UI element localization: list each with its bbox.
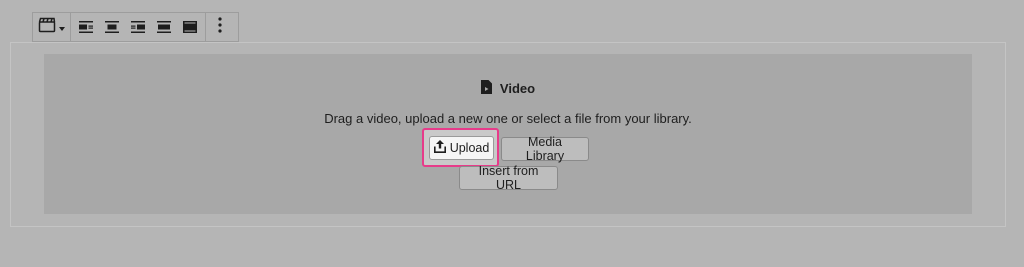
block-switcher-group [33, 13, 70, 41]
align-left-icon [79, 21, 93, 33]
chevron-down-icon [59, 18, 65, 36]
more-options-button[interactable] [206, 13, 234, 41]
alignment-group [71, 13, 205, 41]
align-full-icon [183, 21, 197, 33]
align-center-button[interactable] [99, 13, 125, 41]
video-placeholder[interactable]: Video Drag a video, upload a new one or … [44, 54, 972, 214]
media-library-button[interactable]: Media Library [501, 135, 589, 163]
align-wide-icon [157, 21, 171, 33]
insert-from-url-button[interactable]: Insert from URL [459, 164, 558, 192]
more-vertical-icon [218, 16, 222, 38]
align-wide-button[interactable] [151, 13, 177, 41]
block-switcher-button[interactable] [33, 13, 70, 41]
placeholder-instructions: Drag a video, upload a new one or select… [324, 111, 692, 126]
placeholder-label: Video [44, 80, 972, 97]
align-full-button[interactable] [177, 13, 203, 41]
video-file-icon [480, 80, 492, 97]
align-right-icon [131, 21, 145, 33]
video-clapper-icon [38, 17, 56, 38]
upload-label: Upload [449, 141, 490, 155]
align-right-button[interactable] [125, 13, 151, 41]
upload-button[interactable]: Upload [429, 136, 494, 160]
upload-icon [433, 140, 446, 156]
block-toolbar [32, 12, 239, 42]
align-left-button[interactable] [73, 13, 99, 41]
placeholder-title: Video [499, 81, 536, 96]
align-center-icon [105, 21, 119, 33]
